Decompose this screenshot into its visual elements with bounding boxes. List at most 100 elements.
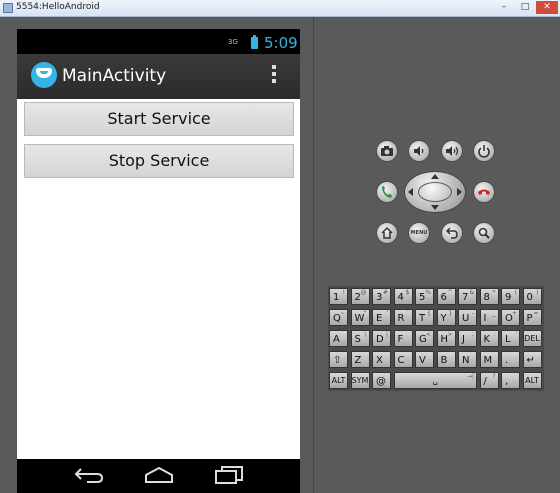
key-secondary-label: % [425,289,431,296]
key-label: ALT [525,376,539,385]
key-g[interactable]: G < [415,330,434,347]
key-9[interactable]: 9( [501,288,520,305]
key-y[interactable]: Y} [436,309,456,326]
key-u[interactable]: U- [458,309,477,326]
key-z[interactable]: Z [350,351,370,368]
key-v[interactable]: V [415,351,434,368]
key-1[interactable]: 1! [329,288,348,305]
key-label: T [419,313,426,324]
key-secondary-label: { [427,310,431,317]
key-secondary-label: ( [514,289,517,296]
dpad-right-icon[interactable] [457,188,462,196]
start-service-button[interactable]: Start Service [24,102,294,136]
key-4[interactable]: 4 $ [393,288,413,305]
key-label: L [505,334,511,345]
nav-home-icon[interactable] [143,465,175,485]
key-label: / [483,376,487,387]
key-/[interactable]: /? [479,372,499,389]
key-label: Y [440,313,447,324]
key-,[interactable]: , [501,372,520,389]
key-secondary-label: \ [364,331,367,338]
call-button[interactable] [376,181,398,203]
overflow-menu-icon[interactable] [272,65,276,85]
device-screen: 3G 5:09 MainActivity Start Service Stop … [17,29,300,493]
dpad-center-button[interactable] [418,182,452,202]
key-8[interactable]: 8 * [479,288,499,305]
close-button[interactable]: ✕ [536,1,558,14]
key-label: V [419,355,426,366]
key-space[interactable]: ␣ →| [393,372,477,389]
key-secondary-label: = [533,310,539,317]
key-↵[interactable]: ↵ [522,351,542,368]
key-label: K [483,334,491,345]
key-f[interactable]: F [393,330,413,347]
key-label: ␣ [432,376,438,385]
key-label: @ [376,376,386,387]
key-secondary-label: ) [536,289,539,296]
dpad-up-icon[interactable] [431,174,439,179]
key-c[interactable]: C [393,351,413,368]
minimize-button[interactable]: – [493,1,515,14]
key-d[interactable]: D | [372,330,391,347]
action-bar: MainActivity [17,54,300,101]
key-del[interactable]: DEL [522,330,542,347]
power-button[interactable] [473,140,495,162]
key-5[interactable]: 5% [415,288,434,305]
key-q[interactable]: Q ~ [329,309,348,326]
volume-up-button[interactable] [441,140,463,162]
key-secondary-label: # [382,289,388,296]
key-@[interactable]: @ [372,372,391,389]
key-sym[interactable]: SYM [350,372,370,389]
key-2[interactable]: 2 @ [350,288,370,305]
key-b[interactable]: B [436,351,456,368]
dpad-down-icon[interactable] [431,205,439,210]
key-3[interactable]: 3 # [372,288,391,305]
key-0[interactable]: 0) [522,288,542,305]
key-label: P [526,313,533,324]
key-i[interactable]: I _ [479,309,499,326]
key-x[interactable]: X [372,351,391,368]
camera-button[interactable] [376,140,398,162]
nav-back-icon[interactable] [73,465,105,485]
search-button[interactable] [473,222,495,244]
key-secondary-label: - [471,310,474,317]
key-secondary-label: ' [515,331,517,338]
key-7[interactable]: 7 & [458,288,477,305]
maximize-button[interactable]: □ [514,1,536,14]
dpad-left-icon[interactable] [408,188,413,196]
key-alt[interactable]: ALT [522,372,542,389]
home-button[interactable] [376,222,398,244]
dpad[interactable] [404,171,466,213]
key-s[interactable]: S \ [350,330,370,347]
key-.[interactable]: . [501,351,520,368]
key-n[interactable]: N [458,351,477,368]
stop-service-button[interactable]: Stop Service [24,144,294,178]
key-label: SYM [351,376,369,385]
end-call-button[interactable] [473,181,495,203]
key-t[interactable]: T{ [415,309,434,326]
nav-recent-apps-icon[interactable] [213,465,245,485]
key-w[interactable]: W " [350,309,370,326]
key-label: N [462,355,470,366]
key-r[interactable]: R ` [393,309,413,326]
menu-button[interactable]: MENU [408,222,430,244]
key-⇧[interactable]: ⇧ [329,351,348,368]
key-alt[interactable]: ALT [329,372,348,389]
call-icon [382,186,392,198]
key-h[interactable]: H > [436,330,456,347]
key-j[interactable]: J; [458,330,477,347]
navigation-bar [17,459,300,493]
back-button[interactable] [441,222,463,244]
key-secondary-label: " [363,310,367,317]
key-label: , [505,376,509,387]
key-a[interactable]: A [329,330,348,347]
key-p[interactable]: P = [522,309,542,326]
key-6[interactable]: 6 ^ [436,288,456,305]
key-e[interactable]: E ' [372,309,391,326]
volume-down-button[interactable] [408,140,430,162]
back-icon [445,227,458,239]
key-o[interactable]: O + [501,309,520,326]
key-m[interactable]: M [479,351,499,368]
key-l[interactable]: L ' [501,330,520,347]
key-k[interactable]: K: [479,330,499,347]
